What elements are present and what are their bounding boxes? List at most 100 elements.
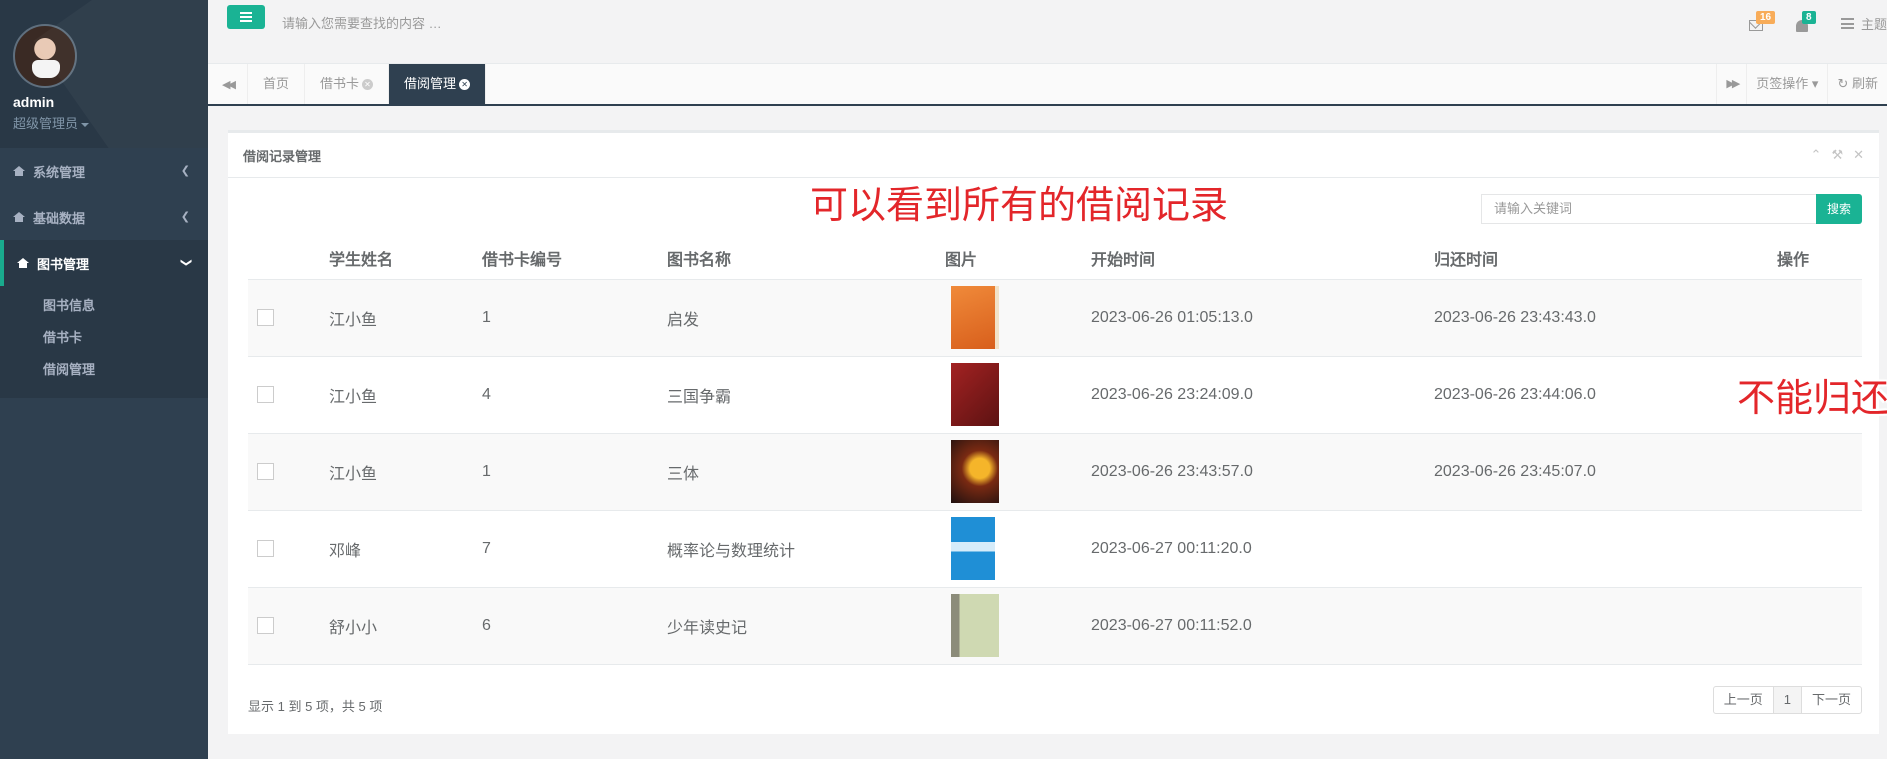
borrow-records-table: 学生姓名 借书卡编号 图书名称 图片 开始时间 归还时间 操作 江小鱼 1 启发… (248, 237, 1862, 665)
sidebar-item-label: 系统管理 (33, 164, 86, 180)
tab-library-card[interactable]: 借书卡 ✕ (305, 64, 390, 104)
tab-label: 借书卡 (320, 76, 360, 91)
card-number: 4 (482, 356, 667, 434)
borrow-records-panel: 借阅记录管理 ⌃ ⚒ ✕ 可以看到所有的借阅记录 请输入关键词 搜索 学生姓名 … (228, 130, 1887, 734)
home-icon (13, 212, 25, 222)
column-header-student[interactable]: 学生姓名 (329, 237, 482, 280)
tabs-scroll-left-button[interactable]: ◀◀ (208, 64, 248, 104)
notifications-count-badge: 8 (1801, 10, 1816, 24)
row-checkbox[interactable] (257, 309, 274, 326)
pagination: 上一页 1 下一页 (1712, 686, 1862, 714)
sidebar-item-label: 图书管理 (37, 256, 90, 272)
close-icon[interactable]: ✕ (1853, 147, 1864, 163)
table-row: 江小鱼 1 启发 2023-06-26 01:05:13.0 2023-06-2… (248, 279, 1862, 357)
theme-label: 主题 (1860, 17, 1887, 32)
book-cover-image (951, 363, 999, 426)
annotation-cannot-return: 不能归还 (1737, 378, 1887, 420)
start-time: 2023-06-26 23:43:57.0 (1091, 433, 1434, 511)
top-bar: 请输入您需要查找的内容 … 16 8 主题 (208, 0, 1887, 64)
subnav-item-library-card[interactable]: 借书卡 (0, 322, 208, 354)
actions-cell (1777, 433, 1862, 511)
close-icon[interactable]: ✕ (362, 79, 374, 91)
subnav: 图书信息 借书卡 借阅管理 (0, 286, 208, 398)
close-icon[interactable]: ✕ (459, 79, 471, 91)
row-checkbox[interactable] (257, 386, 274, 403)
panel-title: 借阅记录管理 (243, 148, 322, 164)
column-header-book[interactable]: 图书名称 (667, 237, 945, 280)
chevron-down-icon: ❮ (179, 257, 192, 268)
tab-borrow-management[interactable]: 借阅管理 ✕ (389, 64, 487, 104)
chevron-left-icon: ❮ (180, 165, 190, 177)
tab-operations-dropdown[interactable]: 页签操作 ▾ (1746, 64, 1827, 104)
row-checkbox[interactable] (257, 463, 274, 480)
search-button[interactable]: 搜索 (1816, 194, 1862, 224)
user-role-dropdown[interactable]: 超级管理员 (13, 113, 208, 132)
tab-home[interactable]: 首页 (248, 64, 306, 104)
table-header-row: 学生姓名 借书卡编号 图书名称 图片 开始时间 归还时间 操作 (248, 237, 1862, 280)
username[interactable]: admin (13, 94, 208, 110)
sidebar-item-book-management[interactable]: 图书管理 ❮ (0, 240, 208, 286)
top-search-input[interactable]: 请输入您需要查找的内容 … (282, 13, 442, 32)
card-number: 6 (482, 587, 667, 665)
chevron-left-icon: ❮ (180, 211, 190, 223)
return-time (1434, 510, 1777, 588)
subnav-item-book-info[interactable]: 图书信息 (0, 290, 208, 322)
wrench-icon[interactable]: ⚒ (1831, 147, 1843, 163)
pagination-info: 显示 1 到 5 项，共 5 项 (248, 699, 383, 714)
subnav-item-borrow-management[interactable]: 借阅管理 (0, 354, 208, 386)
tab-label: 首页 (263, 76, 290, 91)
next-page-button[interactable]: 下一页 (1802, 687, 1861, 713)
actions-cell (1777, 510, 1862, 588)
book-name: 少年读史记 (667, 587, 945, 665)
refresh-icon: ↻ (1837, 76, 1849, 91)
table-row: 舒小小 6 少年读史记 2023-06-27 00:11:52.0 (248, 587, 1862, 665)
row-checkbox[interactable] (257, 540, 274, 557)
column-header-image[interactable]: 图片 (945, 237, 1091, 280)
return-time: 2023-06-26 23:43:43.0 (1434, 279, 1777, 357)
tab-label: 借阅管理 (404, 76, 457, 91)
actions-cell (1777, 587, 1862, 665)
sidebar: admin 超级管理员 系统管理 ❮ 基础数据 ❮ 图书管理 ❮ 图书信息 借书… (0, 0, 208, 759)
row-checkbox[interactable] (257, 617, 274, 634)
tab-operations-label: 页签操作 (1756, 76, 1809, 91)
annotation-all-records: 可以看到所有的借阅记录 (810, 185, 1229, 227)
role-label: 超级管理员 (13, 116, 79, 131)
return-time: 2023-06-26 23:44:06.0 (1434, 356, 1777, 434)
theme-button[interactable]: 主题 (1840, 14, 1887, 33)
refresh-button[interactable]: ↻ 刷新 (1827, 64, 1887, 104)
notifications-button[interactable]: 8 (1795, 10, 1816, 32)
start-time: 2023-06-27 00:11:20.0 (1091, 510, 1434, 588)
start-time: 2023-06-27 00:11:52.0 (1091, 587, 1434, 665)
card-number: 7 (482, 510, 667, 588)
book-cover-image (951, 286, 999, 349)
book-name: 三国争霸 (667, 356, 945, 434)
column-header-return[interactable]: 归还时间 (1434, 237, 1777, 280)
student-name: 邓峰 (329, 510, 482, 588)
tabs-scroll-right-button[interactable]: ▶▶ (1716, 64, 1746, 104)
prev-page-button[interactable]: 上一页 (1714, 687, 1774, 713)
student-name: 江小鱼 (329, 433, 482, 511)
messages-button[interactable]: 16 (1748, 10, 1776, 31)
return-time (1434, 587, 1777, 665)
page-1-button[interactable]: 1 (1773, 687, 1802, 713)
double-chevron-right-icon: ▶▶ (1726, 78, 1740, 90)
sidebar-item-label: 基础数据 (33, 210, 86, 226)
book-name: 启发 (667, 279, 945, 357)
theme-icon (1840, 18, 1854, 29)
menu-toggle-button[interactable] (227, 5, 265, 29)
sidebar-item-basic-data[interactable]: 基础数据 ❮ (0, 194, 208, 240)
refresh-label: 刷新 (1851, 76, 1878, 91)
collapse-icon[interactable]: ⌃ (1811, 147, 1822, 163)
card-number: 1 (482, 279, 667, 357)
book-cover-image (951, 594, 999, 657)
book-name: 概率论与数理统计 (667, 510, 945, 588)
keyword-search-input[interactable]: 请输入关键词 (1481, 194, 1819, 224)
avatar[interactable] (13, 24, 77, 88)
page-tabs: ◀◀ 首页 借书卡 ✕ 借阅管理 ✕ ▶▶ 页签操作 ▾ ↻ 刷新 (208, 64, 1887, 106)
card-number: 1 (482, 433, 667, 511)
column-header-card[interactable]: 借书卡编号 (482, 237, 667, 280)
student-name: 江小鱼 (329, 356, 482, 434)
column-header-start[interactable]: 开始时间 (1091, 237, 1434, 280)
user-profile: admin 超级管理员 (0, 0, 208, 148)
sidebar-item-system[interactable]: 系统管理 ❮ (0, 148, 208, 194)
